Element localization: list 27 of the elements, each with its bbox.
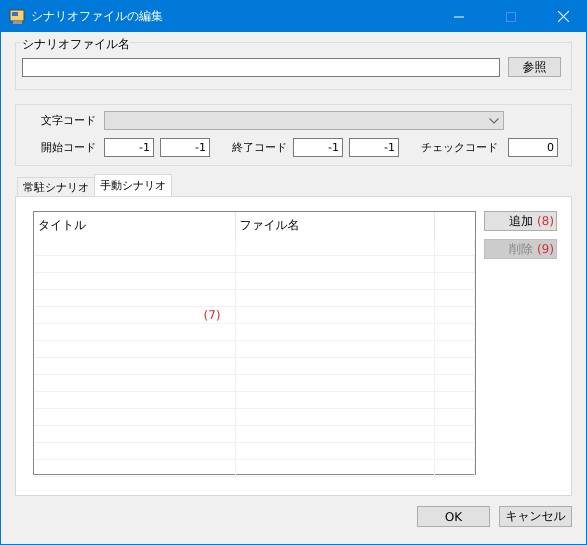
start-code-field[interactable]: -1 <box>104 138 154 157</box>
end-code-field[interactable]: -1 <box>293 138 343 157</box>
file-name-field[interactable] <box>22 58 500 76</box>
group-label: シナリオファイル名 <box>22 36 130 53</box>
check-code-label: チェックコード <box>421 140 498 155</box>
dialog-button[interactable]: キャンセル <box>499 506 572 527</box>
check-code-field[interactable]: 0 <box>508 138 558 157</box>
close-icon <box>558 11 568 22</box>
column-header[interactable]: ファイル名 <box>236 212 436 239</box>
charset-dropdown[interactable] <box>104 111 504 130</box>
caret-icon <box>489 118 499 124</box>
browse-button[interactable]: 参照 <box>508 57 561 77</box>
start-code-field[interactable]: -1 <box>160 138 210 157</box>
charset-label: 文字コード <box>40 113 96 128</box>
maximize-icon <box>506 12 516 22</box>
end-code-label: 終了コード <box>232 140 287 155</box>
start-code-label: 開始コード <box>40 140 96 155</box>
window-title: シナリオファイルの編集 <box>31 8 164 25</box>
tab[interactable]: 常駐シナリオ <box>17 177 95 196</box>
end-code-field[interactable]: -1 <box>349 138 399 157</box>
app-icon <box>9 8 25 24</box>
scenario-list[interactable]: タイトル ファイル名 (7) <box>33 211 476 475</box>
list-action-button[interactable]: 追加 (8) <box>484 211 557 231</box>
annotation-marker: (7) <box>204 308 221 322</box>
tab[interactable]: 手動シナリオ <box>94 174 172 196</box>
dialog-button[interactable]: OK <box>417 506 490 527</box>
column-header[interactable]: タイトル <box>34 212 236 239</box>
